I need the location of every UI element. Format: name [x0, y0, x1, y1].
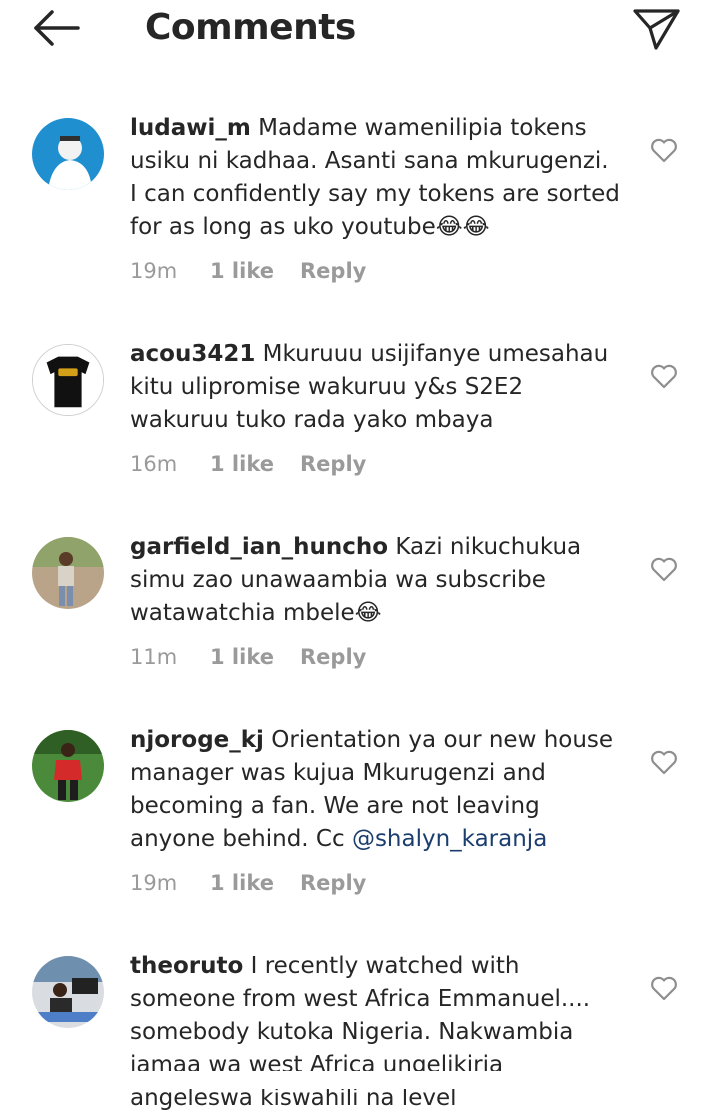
avatar[interactable] [32, 537, 104, 609]
likes-count[interactable]: 1 like [210, 868, 274, 898]
comment-username[interactable]: ludawi_m [130, 115, 251, 141]
heart-outline-icon[interactable] [650, 975, 678, 1001]
avatar[interactable] [32, 344, 104, 416]
comment-time: 19m [130, 259, 178, 283]
heart-outline-icon[interactable] [650, 749, 678, 775]
comment-username[interactable]: njoroge_kj [130, 727, 264, 753]
heart-outline-icon[interactable] [650, 363, 678, 389]
likes-count[interactable]: 1 like [210, 256, 274, 286]
header-bar: Comments [0, 0, 720, 60]
comment-username[interactable]: acou3421 [130, 341, 255, 367]
heart-outline-icon[interactable] [650, 556, 678, 582]
back-button[interactable] [28, 6, 84, 50]
comment-text: ludawi_m Madame wamenilipia tokens usiku… [130, 112, 620, 244]
avatar[interactable] [32, 730, 104, 802]
avatar[interactable] [32, 956, 104, 1028]
comment-text: acou3421 Mkuruuu usijifanye umesahau kit… [130, 338, 620, 437]
avatar[interactable] [32, 118, 104, 190]
reply-button[interactable]: Reply [300, 449, 366, 479]
comment-time: 16m [130, 452, 178, 476]
heart-outline-icon[interactable] [650, 137, 678, 163]
comment-username[interactable]: garfield_ian_huncho [130, 534, 388, 560]
page-title: Comments [145, 7, 356, 48]
paper-plane-icon [633, 9, 680, 50]
likes-count[interactable]: 1 like [210, 642, 274, 672]
comment-text: theoruto I recently watched with someone… [130, 950, 620, 1115]
comment-text: njoroge_kj Orientation ya our new house … [130, 724, 620, 856]
share-button[interactable] [630, 4, 684, 54]
comment-time: 11m [130, 645, 178, 669]
reply-button[interactable]: Reply [300, 642, 366, 672]
bottom-edge [0, 1071, 720, 1089]
comment-text: garfield_ian_huncho Kazi nikuchukua simu… [130, 531, 620, 630]
comment-username[interactable]: theoruto [130, 953, 243, 979]
likes-count[interactable]: 1 like [210, 449, 274, 479]
comment-time: 19m [130, 871, 178, 895]
reply-button[interactable]: Reply [300, 256, 366, 286]
mention-link[interactable]: @shalyn_karanja [352, 826, 547, 852]
reply-button[interactable]: Reply [300, 868, 366, 898]
arrow-left-icon [34, 10, 80, 46]
